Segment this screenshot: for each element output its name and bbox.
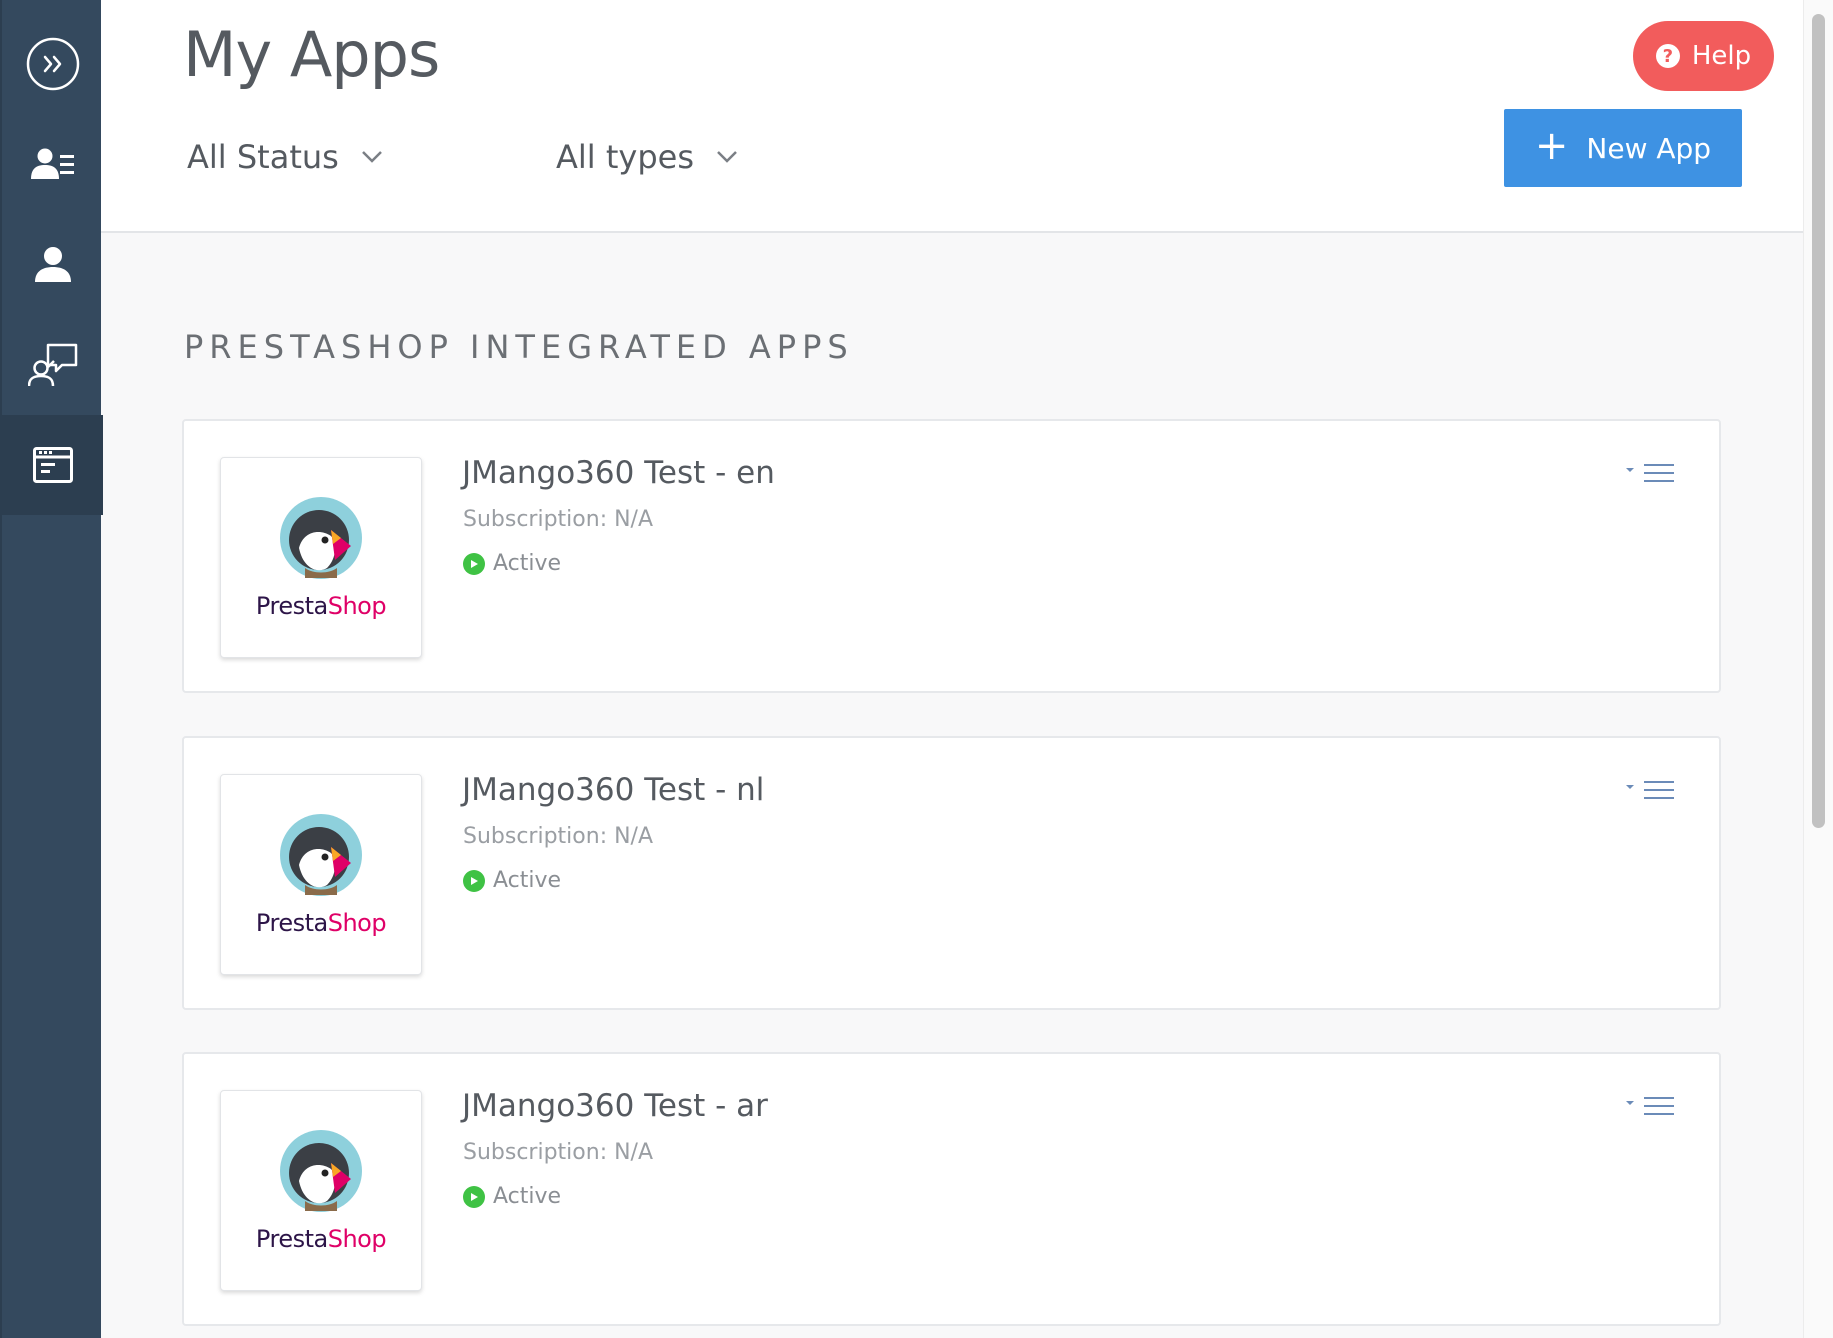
app-name[interactable]: JMango360 Test - ar [462,1088,768,1124]
status-filter-label: All Status [187,138,339,176]
app-subscription: Subscription: N/A [463,507,654,532]
play-status-icon [463,869,485,892]
support-chat-icon [27,343,77,387]
page-header: My Apps All Status All types ? Help + Ne… [101,0,1803,233]
app-subscription: Subscription: N/A [463,1140,654,1165]
help-button[interactable]: ? Help [1633,21,1774,91]
app-name[interactable]: JMango360 Test - en [462,455,775,491]
user-icon [34,247,71,282]
app-window-icon [32,447,73,483]
app-logo: PrestaShop [220,457,422,658]
app-card[interactable]: PrestaShop JMango360 Test - en Subscript… [182,419,1721,693]
app-logo: PrestaShop [220,1090,422,1291]
sidebar-expand-button[interactable] [2,14,103,114]
app-menu-button[interactable] [1626,778,1674,806]
dropdown-menu-icon [1626,464,1674,482]
prestashop-puffin-icon [280,496,362,579]
type-filter-label: All types [556,138,694,176]
play-status-icon [463,552,485,575]
sidebar-item-support[interactable] [2,315,103,415]
status-filter-dropdown[interactable]: All Status [187,138,383,176]
app-status: Active [463,551,561,576]
app-status-label: Active [493,868,562,893]
prestashop-logo-text: PrestaShop [255,1224,387,1253]
app-card[interactable]: PrestaShop JMango360 Test - nl Subscript… [182,736,1721,1010]
type-filter-dropdown[interactable]: All types [556,138,738,176]
sidebar-item-contacts[interactable] [2,115,103,215]
chevron-down-icon [717,151,737,163]
section-title: PRESTASHOP INTEGRATED APPS [184,328,854,366]
chevron-down-icon [361,151,382,163]
app-status-label: Active [493,551,562,576]
app-menu-button[interactable] [1626,461,1674,489]
sidebar [0,0,103,1338]
app-subscription: Subscription: N/A [463,824,654,849]
scrollbar[interactable] [1803,0,1833,1338]
app-name[interactable]: JMango360 Test - nl [462,772,764,808]
page-title: My Apps [183,18,440,91]
new-app-button[interactable]: + New App [1504,109,1742,187]
expand-icon [26,37,79,91]
contacts-list-icon [30,148,74,179]
prestashop-puffin-icon [280,813,362,896]
play-status-icon [463,1185,485,1208]
app-status: Active [463,1184,561,1209]
scrollbar-thumb[interactable] [1812,14,1825,828]
new-app-label: New App [1586,131,1712,165]
plus-icon: + [1534,123,1569,169]
dropdown-menu-icon [1626,1097,1674,1115]
app-logo: PrestaShop [220,774,422,975]
prestashop-logo-text: PrestaShop [255,591,387,620]
app-menu-button[interactable] [1626,1094,1674,1122]
help-label: Help [1691,41,1752,71]
prestashop-puffin-icon [280,1129,362,1212]
dropdown-menu-icon [1626,781,1674,799]
prestashop-logo-text: PrestaShop [255,908,387,937]
app-status: Active [463,868,561,893]
app-card[interactable]: PrestaShop JMango360 Test - ar Subscript… [182,1052,1721,1326]
question-icon: ? [1655,44,1680,68]
sidebar-item-apps[interactable] [2,415,103,515]
app-status-label: Active [493,1184,562,1209]
sidebar-item-user[interactable] [2,215,103,315]
